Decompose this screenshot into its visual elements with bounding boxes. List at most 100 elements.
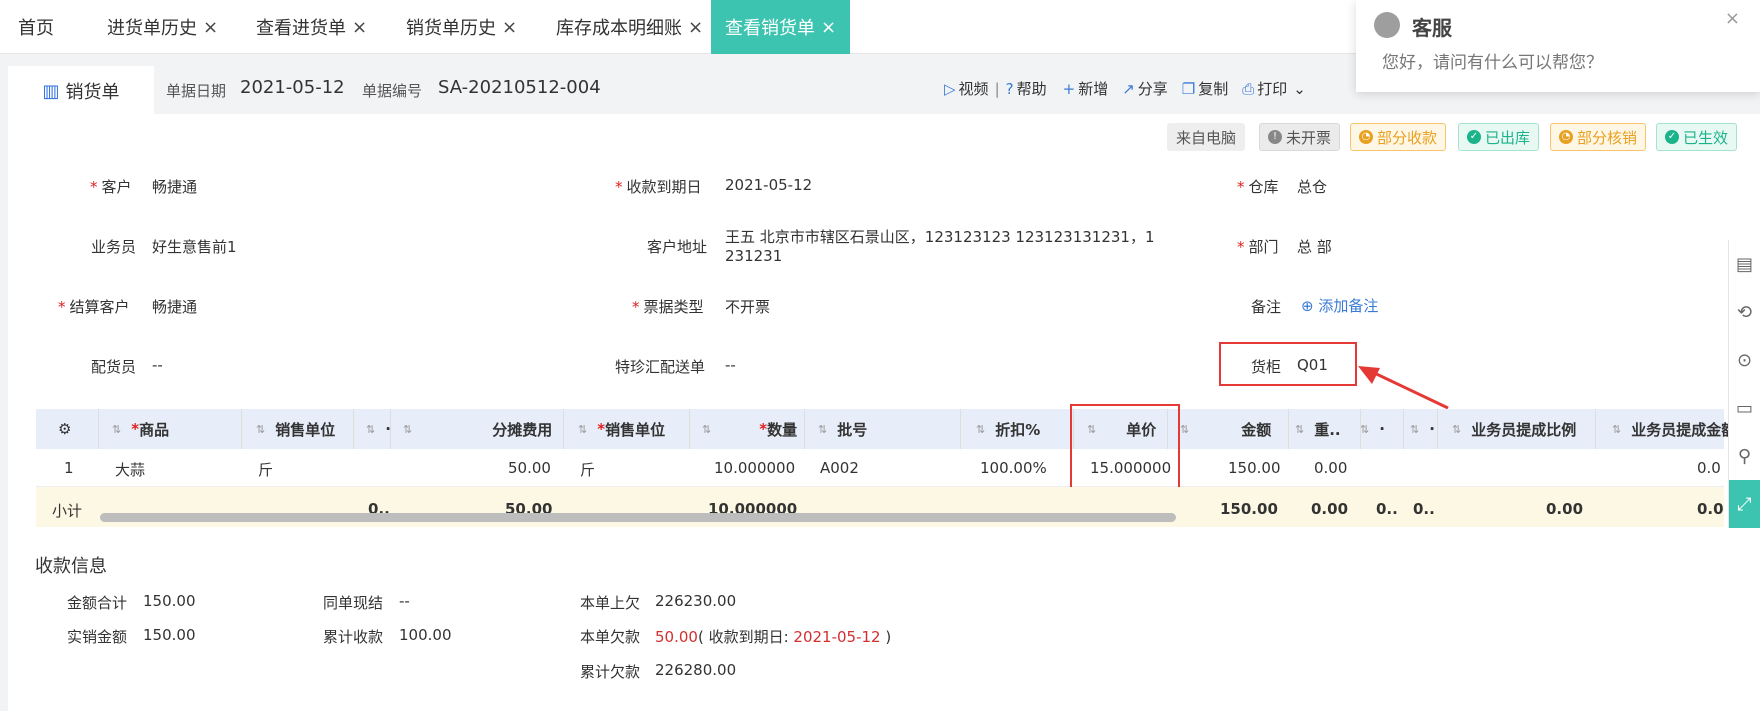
col-header-sale-unit[interactable]: ⇅ 销售单位 xyxy=(256,409,335,449)
horizontal-scrollbar[interactable] xyxy=(100,513,1176,522)
status-dot-icon: ! xyxy=(1268,130,1282,144)
tab-view-purchase[interactable]: 查看进货单 × xyxy=(256,0,367,54)
close-icon[interactable]: × xyxy=(688,17,703,38)
delivery-value[interactable]: -- xyxy=(725,356,736,374)
table-row[interactable] xyxy=(36,449,1724,487)
toolbar: ▷ 视频 | ? 帮助 + 新增 ↗ 分享 ❐ 复制 ⎙ 打印 ⌄ xyxy=(944,78,1306,99)
subtotal-label: 小计 xyxy=(52,502,83,520)
settle-customer-value[interactable]: 畅捷通 xyxy=(152,296,197,317)
col-header-discount[interactable]: ⇅ 折扣% xyxy=(976,409,1040,449)
chart-icon: ▥ xyxy=(42,80,60,102)
sales-doc-tab[interactable]: ▥ 销货单 xyxy=(8,66,154,114)
help-button[interactable]: ? 帮助 xyxy=(1006,78,1047,99)
col-header-salesman-amount[interactable]: ⇅ 业务员提成金额 xyxy=(1612,409,1736,449)
cell-alloc-fee[interactable]: 50.00 xyxy=(508,459,551,477)
doc-no-value: SA-20210512-004 xyxy=(438,77,601,98)
share-button[interactable]: ↗ 分享 xyxy=(1122,78,1168,99)
coupon-icon[interactable]: ▭ xyxy=(1728,384,1760,432)
distributor-label: 配货员 xyxy=(91,358,137,376)
close-icon[interactable]: × xyxy=(502,17,517,38)
distributor-value[interactable]: -- xyxy=(152,356,163,374)
salesman-label: 业务员 xyxy=(91,238,137,256)
cell-salesman-amount[interactable]: 0.0 xyxy=(1697,459,1721,477)
department-value[interactable]: 总 部 xyxy=(1297,236,1332,257)
customer-service-popup: 客服 您好，请问有什么可以帮您？ × xyxy=(1356,0,1760,92)
col-header-weight[interactable]: ⇅ 重.. xyxy=(1295,409,1341,449)
history-icon[interactable]: ⟲ xyxy=(1728,288,1760,336)
add-note-button[interactable]: ⊕ 添加备注 xyxy=(1301,295,1378,316)
cum-owe-value: 226280.00 xyxy=(655,661,737,679)
tab-label: 销货单历史 xyxy=(406,18,496,39)
department-label: * 部门 xyxy=(1237,238,1279,256)
date-label: 单据日期 xyxy=(166,82,227,100)
warehouse-value[interactable]: 总仓 xyxy=(1297,176,1327,197)
not-invoiced-badge: ! 未开票 xyxy=(1259,123,1341,151)
tab-sales-history[interactable]: 销货单历史 × xyxy=(406,0,517,54)
address-line-2[interactable]: 231231 xyxy=(725,247,782,265)
cell-discount[interactable]: 100.00% xyxy=(980,459,1047,477)
col-header-extra-3[interactable]: ⇅ · xyxy=(1410,409,1435,449)
tab-inventory-cost[interactable]: 库存成本明细账 × xyxy=(556,0,703,54)
effective-badge: ✓ 已生效 xyxy=(1656,123,1738,151)
help-label: 帮助 xyxy=(1016,80,1047,98)
invoice-type-value[interactable]: 不开票 xyxy=(725,296,770,317)
doc-no-label: 单据编号 xyxy=(362,82,423,100)
copy-button[interactable]: ❐ 复制 xyxy=(1182,78,1228,99)
right-side-toolbar: ▤ ⟲ ⊙ ▭ ⚲ ⤢ xyxy=(1728,240,1760,528)
cell-unit-2[interactable]: 斤 xyxy=(580,459,595,480)
cell-product[interactable]: 大蒜 xyxy=(115,459,145,480)
col-header-sale-unit-2[interactable]: ⇅ * 销售单位 xyxy=(578,409,665,449)
cell-amount[interactable]: 150.00 xyxy=(1228,459,1281,477)
cell-unit[interactable]: 斤 xyxy=(258,459,273,480)
col-header-salesman-ratio[interactable]: ⇅ 业务员提成比例 xyxy=(1452,409,1576,449)
cell-qty[interactable]: 10.000000 xyxy=(714,459,795,477)
close-icon[interactable]: × xyxy=(352,17,367,38)
record-icon[interactable]: ⊙ xyxy=(1728,336,1760,384)
prev-owe-label: 本单上欠 xyxy=(580,594,641,612)
salesman-value[interactable]: 好生意售前1 xyxy=(152,236,237,257)
form-icon[interactable]: ▤ xyxy=(1728,240,1760,288)
col-header-batch[interactable]: ⇅ 批号 xyxy=(818,409,867,449)
col-header-extra-2[interactable]: ⇅ · xyxy=(1360,409,1385,449)
tab-label: 库存成本明细账 xyxy=(556,18,682,39)
video-button[interactable]: ▷ 视频 xyxy=(944,78,989,99)
tab-purchase-history[interactable]: 进货单历史 × xyxy=(107,0,218,54)
tab-view-sales[interactable]: 查看销货单 × xyxy=(711,0,851,54)
expand-icon[interactable]: ⤢ xyxy=(1728,480,1760,528)
col-header-product[interactable]: ⇅ * 商品 xyxy=(112,409,169,449)
address-line-1[interactable]: 王五 北京市市辖区石景山区，123123123 123123131231，1 xyxy=(725,226,1155,247)
close-icon[interactable]: × xyxy=(1725,8,1740,29)
due-date-label: * 收款到期日 xyxy=(615,178,702,196)
plus-circle-icon: ⊕ xyxy=(1301,297,1319,315)
link-icon[interactable]: ⚲ xyxy=(1728,432,1760,480)
add-button[interactable]: + 新增 xyxy=(1063,78,1109,99)
table-settings-icon[interactable]: ⚙ xyxy=(58,409,71,449)
owe-value-line: 50.00( 收款到期日: 2021-05-12 ) xyxy=(655,626,891,647)
close-icon[interactable]: × xyxy=(203,17,218,38)
col-header-extra[interactable]: ⇅ · xyxy=(366,409,391,449)
print-label: 打印 xyxy=(1257,80,1288,98)
customer-value[interactable]: 畅捷通 xyxy=(152,176,197,197)
cabinet-highlight-box xyxy=(1219,342,1357,386)
print-button[interactable]: ⎙ 打印 ⌄ xyxy=(1242,78,1306,99)
annotation-arrow xyxy=(1358,366,1449,410)
document-card xyxy=(8,66,1760,711)
col-header-amount[interactable]: ⇅ 金额 xyxy=(1180,409,1271,449)
invoice-type-label: * 票据类型 xyxy=(632,298,704,316)
shipped-badge: ✓ 已出库 xyxy=(1458,123,1540,151)
video-label: 视频 xyxy=(958,80,989,98)
cell-weight[interactable]: 0.00 xyxy=(1314,459,1347,477)
tab-label: 查看销货单 xyxy=(725,18,815,39)
cum-received-label: 累计收款 xyxy=(323,628,384,646)
col-header-qty[interactable]: ⇅ * 数量 xyxy=(702,409,797,449)
share-label: 分享 xyxy=(1137,80,1168,98)
clock-icon: ◔ xyxy=(1559,130,1573,144)
prev-owe-value: 226230.00 xyxy=(655,592,737,610)
badge-label: 未开票 xyxy=(1286,128,1332,147)
col-header-alloc-fee[interactable]: ⇅ 分摊费用 xyxy=(403,409,552,449)
cell-batch[interactable]: A002 xyxy=(820,459,859,477)
tab-home[interactable]: 首页 xyxy=(18,0,54,54)
due-date-value[interactable]: 2021-05-12 xyxy=(725,176,812,194)
cash-value: -- xyxy=(399,592,410,610)
close-icon[interactable]: × xyxy=(821,17,836,38)
